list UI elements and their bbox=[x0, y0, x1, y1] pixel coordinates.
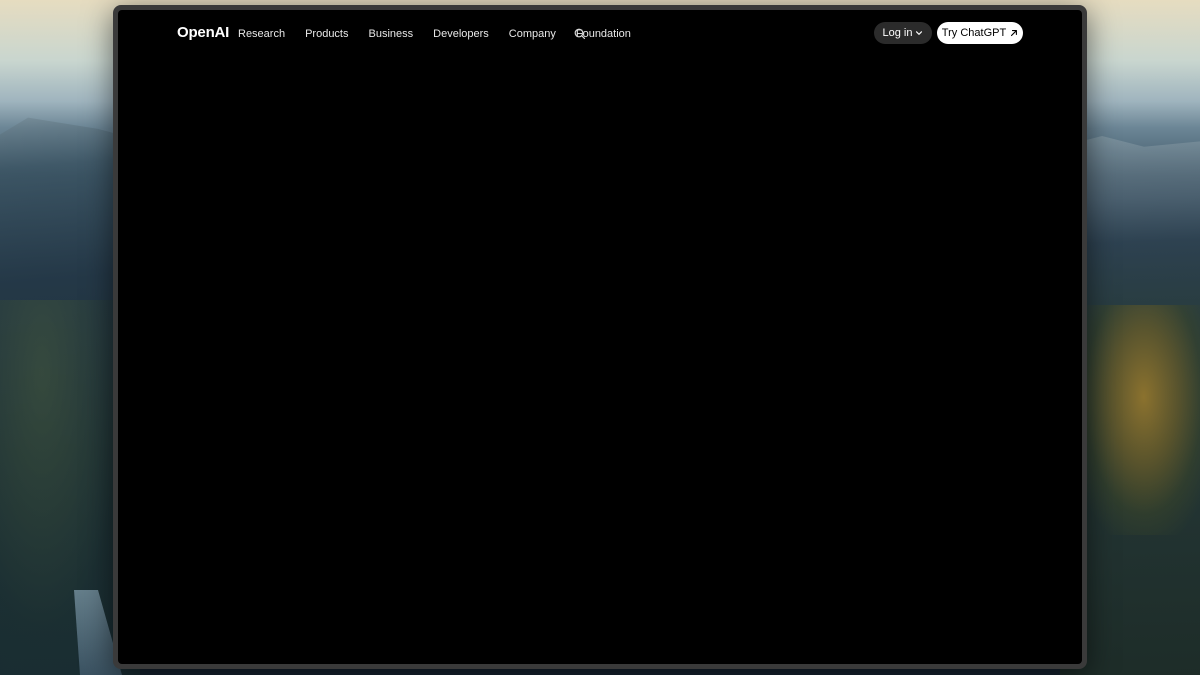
nav-link-business[interactable]: Business bbox=[369, 28, 414, 40]
try-chatgpt-label: Try ChatGPT bbox=[941, 27, 1007, 39]
wallpaper-autumn-hill bbox=[1075, 305, 1200, 535]
browser-window: OpenAI Research Products Business Develo… bbox=[113, 5, 1087, 669]
search-button[interactable] bbox=[573, 27, 587, 41]
nav-link-developers[interactable]: Developers bbox=[433, 28, 489, 40]
arrow-up-right-icon bbox=[1011, 30, 1018, 37]
search-icon bbox=[574, 28, 586, 40]
openai-logo[interactable]: OpenAI bbox=[177, 24, 229, 41]
chevron-down-icon bbox=[916, 31, 923, 35]
login-label: Log in bbox=[882, 27, 913, 39]
nav-link-products[interactable]: Products bbox=[305, 28, 348, 40]
login-button[interactable]: Log in bbox=[874, 22, 932, 44]
nav-links: Research Products Business Developers Co… bbox=[238, 28, 651, 40]
try-chatgpt-button[interactable]: Try ChatGPT bbox=[937, 22, 1023, 44]
top-navigation: OpenAI Research Products Business Develo… bbox=[118, 10, 1082, 56]
web-page: OpenAI Research Products Business Develo… bbox=[118, 10, 1082, 664]
nav-link-company[interactable]: Company bbox=[509, 28, 556, 40]
nav-link-research[interactable]: Research bbox=[238, 28, 285, 40]
